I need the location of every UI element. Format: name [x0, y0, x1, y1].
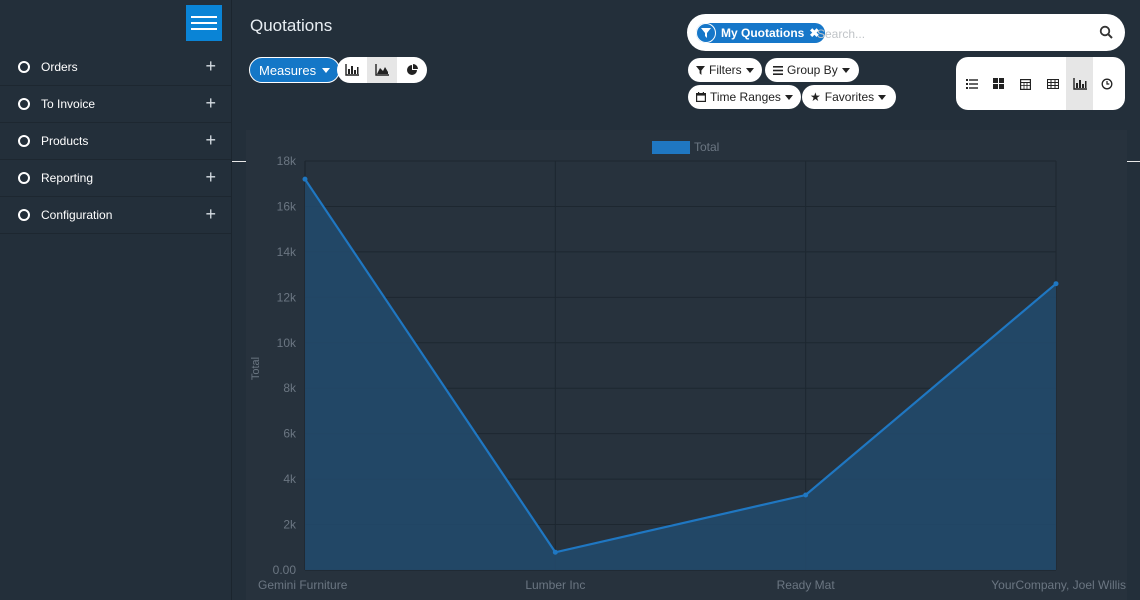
- y-tick-label: 4k: [283, 472, 297, 486]
- bar-chart-icon: [345, 64, 359, 76]
- kanban-icon: [993, 78, 1004, 89]
- list-view-button[interactable]: [958, 57, 985, 110]
- menu-toggle-button[interactable]: [186, 5, 222, 41]
- sidebar-item-label: To Invoice: [41, 97, 96, 111]
- sidebar-item-reporting[interactable]: Reporting +: [0, 160, 231, 197]
- x-tick-label: Gemini Furniture: [258, 578, 348, 592]
- pie-chart-button[interactable]: [397, 57, 427, 83]
- sidebar-item-products[interactable]: Products +: [0, 123, 231, 160]
- y-tick-label: 6k: [283, 427, 297, 441]
- sidebar-item-label: Configuration: [41, 208, 113, 222]
- circle-icon: [18, 172, 30, 184]
- sidebar-item-to-invoice[interactable]: To Invoice +: [0, 86, 231, 123]
- sidebar: Orders + To Invoice + Products + Reporti…: [0, 0, 232, 600]
- plus-icon[interactable]: +: [205, 57, 216, 75]
- filter-icon: [696, 23, 716, 43]
- pivot-view-button[interactable]: [1039, 57, 1066, 110]
- group-by-label: Group By: [787, 63, 838, 77]
- activity-view-button[interactable]: [1093, 57, 1120, 110]
- sidebar-menu: Orders + To Invoice + Products + Reporti…: [0, 49, 231, 234]
- search-input[interactable]: [815, 22, 1079, 46]
- hamburger-icon: [191, 16, 217, 18]
- caret-down-icon: [322, 67, 331, 73]
- y-tick-label: 12k: [277, 290, 297, 304]
- plus-icon[interactable]: +: [205, 131, 216, 149]
- x-tick-label: Ready Mat: [777, 578, 836, 592]
- y-tick-label: 2k: [283, 518, 297, 532]
- area-chart: 0.00 2k 4k 6k 8k 10k 12k 14k 16k 18k Gemini Furnit…: [250, 140, 1126, 592]
- sidebar-item-configuration[interactable]: Configuration +: [0, 197, 231, 234]
- pivot-icon: [1046, 78, 1059, 89]
- calendar-icon: [1020, 78, 1031, 90]
- y-axis-title: Total: [250, 357, 262, 380]
- view-switcher: [956, 57, 1125, 110]
- graph-view-button[interactable]: [1066, 57, 1093, 110]
- favorites-button[interactable]: ★ Favorites: [802, 85, 896, 109]
- caret-down-icon: [841, 67, 850, 73]
- group-by-button[interactable]: Group By: [765, 58, 859, 82]
- caret-down-icon: [745, 67, 754, 73]
- data-point: [552, 549, 558, 555]
- y-tick-label: 8k: [283, 381, 297, 395]
- search-facet-label: My Quotations: [721, 26, 805, 40]
- measures-label: Measures: [259, 62, 317, 78]
- circle-icon: [18, 135, 30, 147]
- time-ranges-button[interactable]: Time Ranges: [688, 85, 801, 109]
- filters-button[interactable]: Filters: [688, 58, 762, 82]
- y-tick-label: 18k: [277, 154, 297, 168]
- caret-down-icon: [784, 94, 793, 100]
- calendar-view-button[interactable]: [1012, 57, 1039, 110]
- y-tick-label: 16k: [277, 199, 297, 213]
- data-point: [302, 176, 308, 182]
- data-point: [803, 492, 809, 498]
- x-tick-label: YourCompany, Joel Willis: [991, 578, 1126, 592]
- sidebar-item-label: Products: [41, 134, 89, 148]
- star-icon: ★: [810, 90, 821, 104]
- measures-button[interactable]: Measures: [249, 57, 341, 83]
- y-tick-label: 0.00: [273, 563, 297, 577]
- plus-icon[interactable]: +: [205, 168, 216, 186]
- sidebar-item-orders[interactable]: Orders +: [0, 49, 231, 86]
- bar-chart-button[interactable]: [337, 57, 367, 83]
- calendar-icon: [696, 92, 706, 102]
- plus-icon[interactable]: +: [205, 205, 216, 223]
- legend-swatch: [652, 141, 690, 154]
- area-fill: [305, 179, 1056, 570]
- pie-chart-icon: [407, 64, 418, 75]
- time-ranges-label: Time Ranges: [710, 90, 781, 104]
- sidebar-item-label: Orders: [41, 60, 78, 74]
- line-chart-icon: [375, 64, 389, 76]
- favorites-label: Favorites: [824, 90, 875, 104]
- list-icon: [965, 78, 978, 89]
- page-title: Quotations: [250, 16, 333, 35]
- data-point: [1053, 281, 1059, 287]
- filters-label: Filters: [709, 63, 742, 77]
- activity-icon: [1101, 78, 1112, 89]
- line-chart-button[interactable]: [367, 57, 397, 83]
- x-tick-label: Lumber Inc: [525, 578, 585, 592]
- legend-label: Total: [694, 140, 719, 154]
- bars-icon: [773, 65, 783, 75]
- kanban-view-button[interactable]: [985, 57, 1012, 110]
- search-facet: My Quotations ✖: [696, 23, 826, 43]
- chart-type-switcher: [337, 57, 427, 83]
- search-bar: My Quotations ✖: [687, 14, 1125, 51]
- circle-icon: [18, 61, 30, 73]
- circle-icon: [18, 209, 30, 221]
- graph-icon: [1072, 77, 1087, 90]
- plus-icon[interactable]: +: [205, 94, 216, 112]
- search-icon[interactable]: [1099, 25, 1113, 42]
- circle-icon: [18, 98, 30, 110]
- y-tick-label: 10k: [277, 336, 297, 350]
- divider: [232, 161, 246, 162]
- filter-icon: [696, 65, 705, 75]
- sidebar-item-label: Reporting: [41, 171, 94, 185]
- caret-down-icon: [878, 94, 887, 100]
- y-tick-label: 14k: [277, 245, 297, 259]
